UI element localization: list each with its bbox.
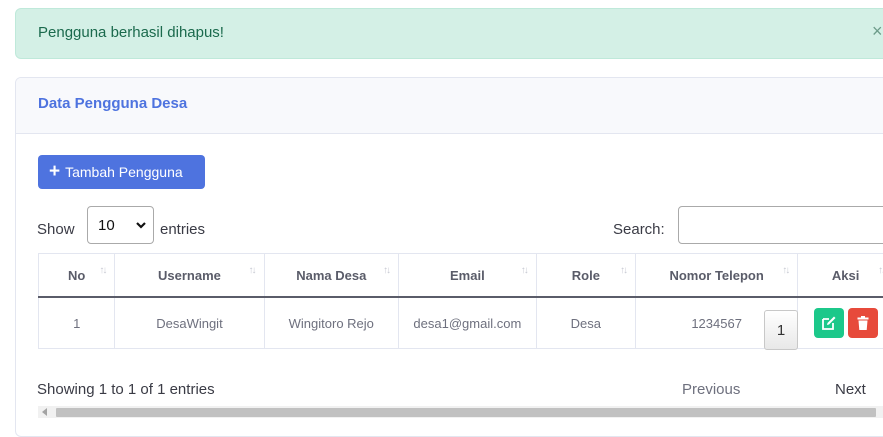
previous-page-button[interactable]: Previous [682,381,740,398]
cell-nama-desa: Wingitoro Rejo [264,297,398,349]
search-label: Search: [613,221,665,238]
entries-select-value: 10 [98,217,115,234]
search-input[interactable] [678,206,883,244]
show-label: Show [37,221,75,238]
cell-role: Desa [536,297,635,349]
success-alert: Pengguna berhasil dihapus! × [15,8,883,59]
card-header: Data Pengguna Desa [16,78,883,134]
sort-icon: ↑↓ [99,265,105,276]
table-row: 1 DesaWingit Wingitoro Rejo desa1@gmail.… [39,297,883,349]
sort-icon: ↑↓ [620,265,626,276]
chevron-down-icon [135,217,147,233]
scrollbar-thumb[interactable] [56,408,876,417]
column-header-nomor-telepon[interactable]: Nomor Telepon↑↓ [635,254,797,298]
sort-icon: ↑↓ [521,265,527,276]
alert-message: Pengguna berhasil dihapus! [38,24,224,41]
column-header-role[interactable]: Role↑↓ [536,254,635,298]
entries-label: entries [160,221,205,238]
add-user-label: Tambah Pengguna [65,164,183,180]
plus-icon: + [49,162,60,181]
sort-icon: ↑↓ [383,265,389,276]
trash-icon [855,315,871,331]
edit-button[interactable] [814,308,844,338]
cell-aksi [798,297,883,349]
sort-icon: ↑↓ [249,265,255,276]
users-table: No↑↓ Username↑↓ Nama Desa↑↓ Email↑↓ Role… [38,253,883,349]
users-card: Data Pengguna Desa + Tambah Pengguna Sho… [15,77,883,437]
cell-no: 1 [39,297,115,349]
card-title: Data Pengguna Desa [38,95,187,112]
cell-username: DesaWingit [115,297,264,349]
column-header-email[interactable]: Email↑↓ [399,254,537,298]
next-page-button[interactable]: Next [835,381,866,398]
cell-email: desa1@gmail.com [399,297,537,349]
close-icon[interactable]: × [872,22,883,40]
edit-icon [821,315,837,331]
column-header-username[interactable]: Username↑↓ [115,254,264,298]
column-header-aksi[interactable]: Aksi↑↓ [798,254,883,298]
delete-button[interactable] [848,308,878,338]
table-header-row: No↑↓ Username↑↓ Nama Desa↑↓ Email↑↓ Role… [39,254,883,298]
entries-select[interactable]: 10 [87,206,154,244]
add-user-button[interactable]: + Tambah Pengguna [38,155,205,189]
page-button-1[interactable]: 1 [764,310,798,350]
column-header-nama-desa[interactable]: Nama Desa↑↓ [264,254,398,298]
sort-icon: ↑↓ [782,265,788,276]
scroll-left-icon[interactable] [42,408,47,416]
table-info: Showing 1 to 1 of 1 entries [37,381,215,398]
sort-icon: ↑↓ [878,265,883,276]
column-header-no[interactable]: No↑↓ [39,254,115,298]
horizontal-scrollbar[interactable] [38,406,883,418]
